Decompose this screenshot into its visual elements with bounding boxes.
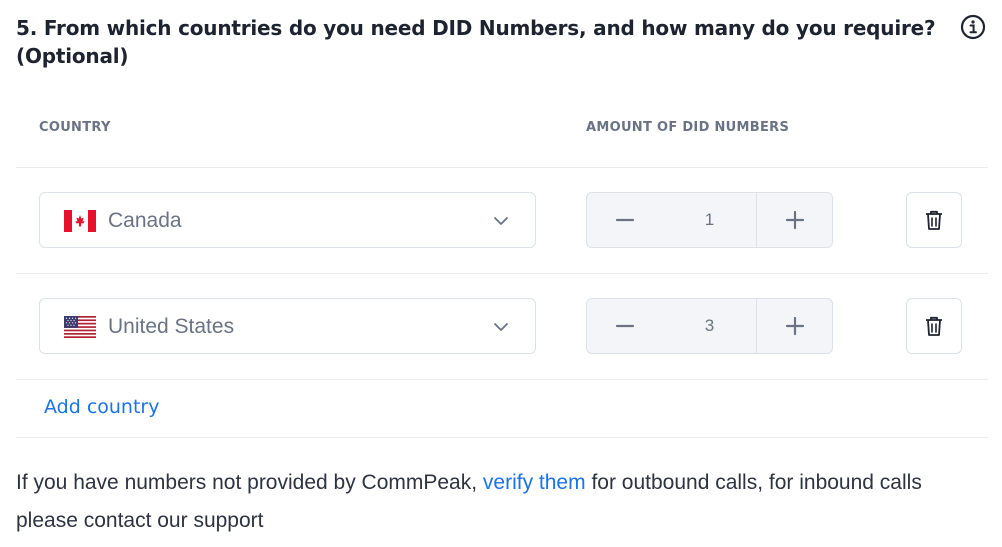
amount-value[interactable]: 3 — [663, 299, 756, 353]
us-flag-icon — [64, 316, 96, 338]
minus-icon — [615, 218, 635, 222]
support-note: If you have numbers not provided by Comm… — [16, 464, 976, 540]
canada-flag-icon — [64, 210, 96, 232]
plus-icon — [785, 316, 805, 336]
increment-button[interactable] — [756, 299, 832, 353]
chevron-down-icon — [494, 323, 508, 331]
country-name: United States — [108, 315, 235, 338]
amount-stepper: 1 — [586, 192, 833, 248]
chevron-down-icon — [494, 217, 508, 225]
trash-icon — [926, 316, 942, 336]
country-row: Canada 1 — [0, 192, 1002, 250]
amount-value[interactable]: 1 — [663, 193, 756, 247]
verify-them-link[interactable]: verify them — [483, 471, 586, 494]
note-text-before: If you have numbers not provided by Comm… — [16, 471, 483, 494]
country-row: United States 3 — [0, 298, 1002, 356]
add-country-link[interactable]: Add country — [44, 396, 159, 418]
divider — [16, 379, 988, 380]
info-circle-icon[interactable] — [960, 14, 986, 40]
plus-icon — [785, 210, 805, 230]
column-header-country: COUNTRY — [39, 120, 111, 135]
delete-row-button[interactable] — [906, 192, 962, 248]
divider — [16, 437, 988, 438]
question-title: 5. From which countries do you need DID … — [16, 16, 936, 68]
country-select[interactable]: United States — [39, 298, 536, 354]
country-select[interactable]: Canada — [39, 192, 536, 248]
minus-icon — [615, 324, 635, 328]
delete-row-button[interactable] — [906, 298, 962, 354]
country-name: Canada — [108, 209, 182, 232]
decrement-button[interactable] — [587, 193, 664, 247]
amount-stepper: 3 — [586, 298, 833, 354]
divider — [16, 273, 988, 274]
divider — [16, 167, 988, 168]
trash-icon — [926, 210, 942, 230]
decrement-button[interactable] — [587, 299, 664, 353]
increment-button[interactable] — [756, 193, 832, 247]
column-header-amount: AMOUNT OF DID NUMBERS — [586, 120, 790, 135]
